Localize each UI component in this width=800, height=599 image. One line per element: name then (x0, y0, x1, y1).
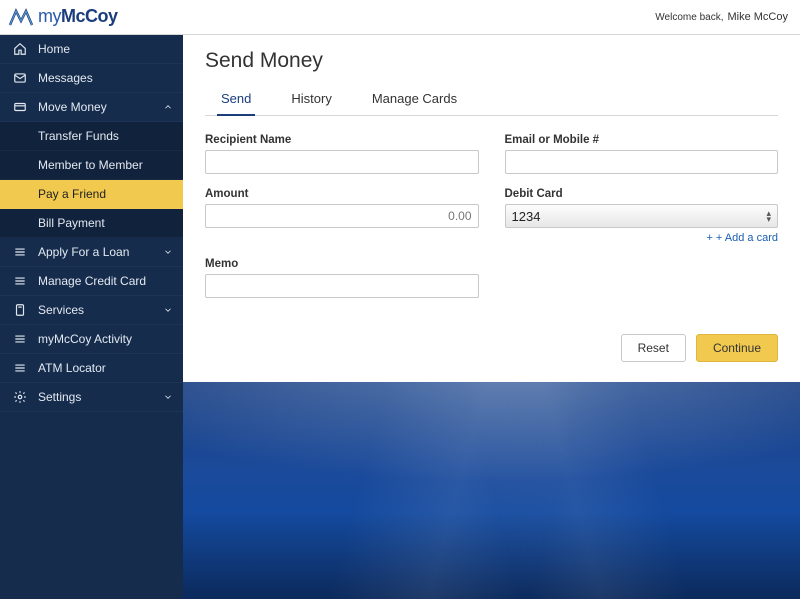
brand-logo: myMcCoy (8, 6, 118, 27)
sidebar-item-pay-a-friend[interactable]: Pay a Friend (0, 180, 183, 209)
menu-icon (12, 273, 28, 289)
home-icon (12, 41, 28, 57)
menu-icon (12, 360, 28, 376)
sidebar-item-move-money[interactable]: Move Money (0, 93, 183, 122)
sidebar-item-label: Services (38, 303, 173, 317)
gear-icon (12, 389, 28, 405)
recipient-input[interactable] (205, 150, 479, 174)
sidebar-item-bill-payment[interactable]: Bill Payment (0, 209, 183, 238)
sidebar-item-member-to-member[interactable]: Member to Member (0, 151, 183, 180)
calculator-icon (12, 302, 28, 318)
sidebar-item-services[interactable]: Services (0, 296, 183, 325)
sidebar-item-mymccoy-activity[interactable]: myMcCoy Activity (0, 325, 183, 354)
amount-label: Amount (205, 188, 479, 200)
sidebar-item-label: Bill Payment (38, 216, 173, 230)
tab-history[interactable]: History (287, 85, 335, 116)
sidebar-item-atm-locator[interactable]: ATM Locator (0, 354, 183, 383)
page-title: Send Money (205, 49, 778, 73)
sidebar: Home Messages Move Money Transfer Funds … (0, 35, 183, 599)
tabs: Send History Manage Cards (205, 85, 778, 116)
sidebar-item-label: Pay a Friend (38, 187, 173, 201)
select-updown-icon: ▴▾ (766, 210, 771, 222)
field-debit-card: Debit Card 1234 ▴▾ + + Add a card (505, 188, 779, 244)
field-amount: Amount (205, 188, 479, 244)
sidebar-item-label: ATM Locator (38, 361, 173, 375)
mail-icon (12, 70, 28, 86)
email-label: Email or Mobile # (505, 134, 779, 146)
add-card-link[interactable]: + + Add a card (706, 232, 778, 244)
sidebar-item-label: Messages (38, 71, 173, 85)
send-money-form: Recipient Name Email or Mobile # Amount … (205, 134, 778, 298)
brand-mark-icon (8, 7, 34, 27)
debit-select[interactable]: 1234 ▴▾ (505, 204, 779, 228)
tab-manage-cards[interactable]: Manage Cards (368, 85, 461, 116)
reset-button[interactable]: Reset (621, 334, 686, 362)
sidebar-item-label: Manage Credit Card (38, 274, 173, 288)
chevron-down-icon (163, 247, 173, 257)
debit-label: Debit Card (505, 188, 779, 200)
field-memo: Memo (205, 258, 479, 298)
chevron-down-icon (163, 305, 173, 315)
sidebar-item-home[interactable]: Home (0, 35, 183, 64)
sidebar-item-label: Settings (38, 390, 173, 404)
memo-input[interactable] (205, 274, 479, 298)
chevron-up-icon (163, 102, 173, 112)
brand-text: myMcCoy (38, 6, 118, 27)
field-recipient: Recipient Name (205, 134, 479, 174)
sidebar-item-apply-loan[interactable]: Apply For a Loan (0, 238, 183, 267)
email-input[interactable] (505, 150, 779, 174)
sidebar-item-messages[interactable]: Messages (0, 64, 183, 93)
memo-label: Memo (205, 258, 479, 270)
sidebar-item-settings[interactable]: Settings (0, 383, 183, 412)
card-icon (12, 99, 28, 115)
sidebar-item-manage-credit-card[interactable]: Manage Credit Card (0, 267, 183, 296)
tab-send[interactable]: Send (217, 85, 255, 116)
continue-button[interactable]: Continue (696, 334, 778, 362)
sidebar-item-label: Home (38, 42, 173, 56)
amount-input[interactable] (205, 204, 479, 228)
welcome-text: Welcome back,Mike McCoy (655, 11, 788, 23)
sidebar-item-label: Transfer Funds (38, 129, 173, 143)
recipient-label: Recipient Name (205, 134, 479, 146)
sidebar-item-label: Move Money (38, 100, 173, 114)
top-bar: myMcCoy Welcome back,Mike McCoy (0, 0, 800, 34)
debit-selected-value: 1234 (512, 209, 541, 224)
sidebar-item-transfer-funds[interactable]: Transfer Funds (0, 122, 183, 151)
menu-icon (12, 244, 28, 260)
chevron-down-icon (163, 392, 173, 402)
field-email: Email or Mobile # (505, 134, 779, 174)
sidebar-item-label: myMcCoy Activity (38, 332, 173, 346)
sidebar-item-label: Apply For a Loan (38, 245, 173, 259)
add-card-row: + + Add a card (505, 232, 779, 244)
menu-icon (12, 331, 28, 347)
sidebar-item-label: Member to Member (38, 158, 173, 172)
content: Send Money Send History Manage Cards Rec… (183, 35, 800, 599)
button-row: Reset Continue (205, 334, 778, 362)
desktop-background (183, 382, 800, 599)
